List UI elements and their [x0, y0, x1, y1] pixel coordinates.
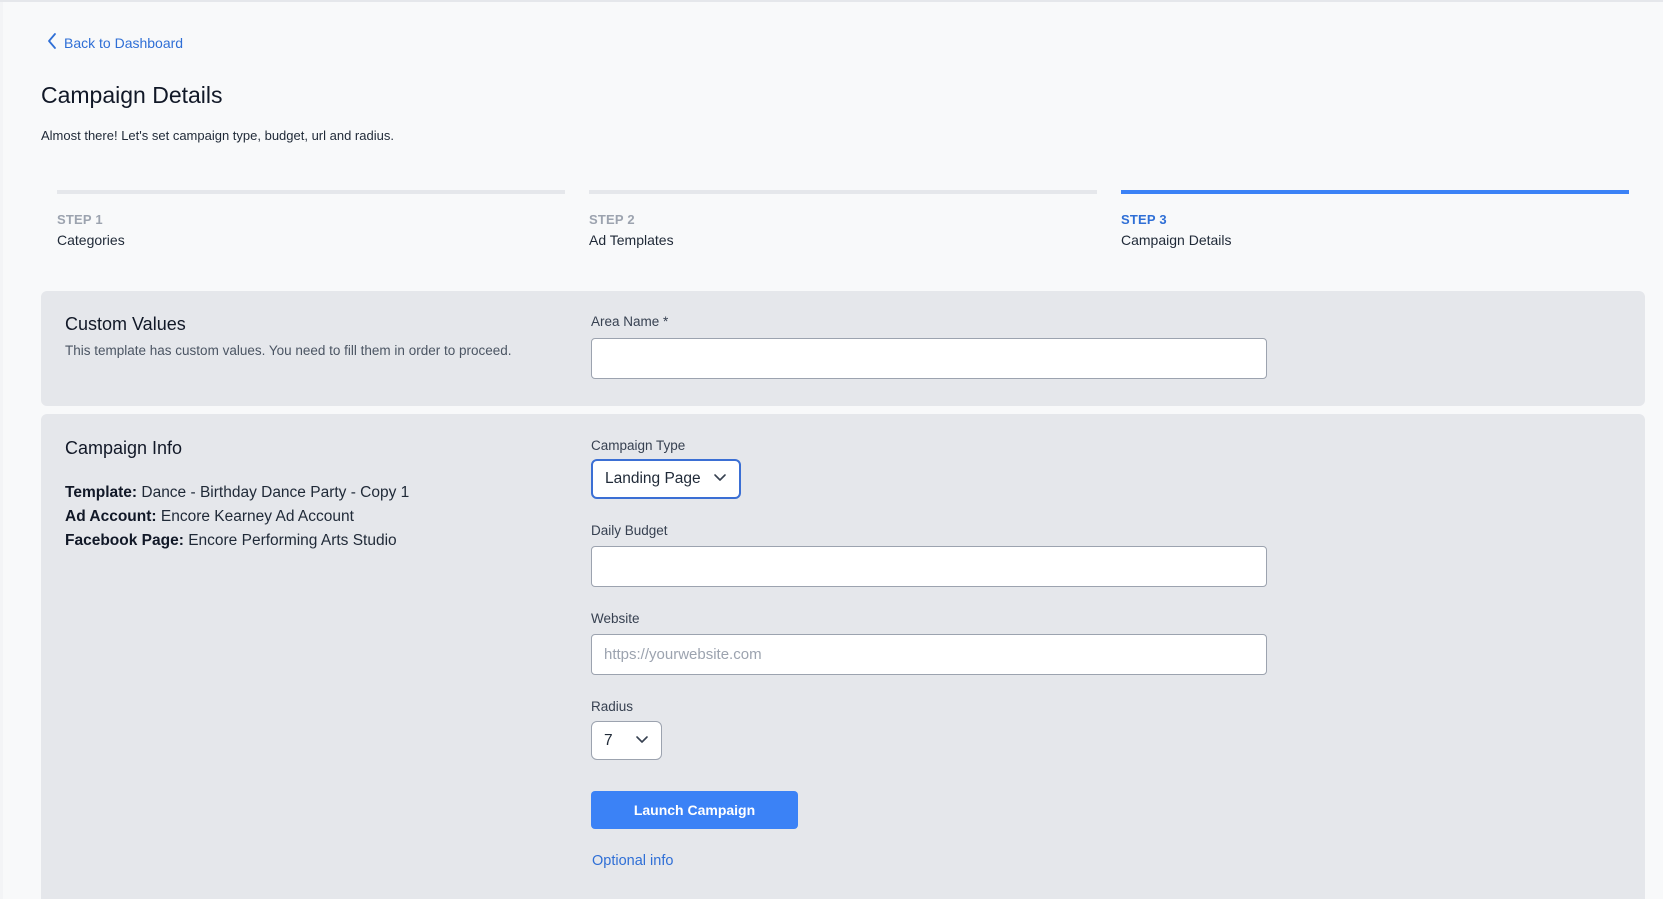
- custom-values-title: Custom Values: [65, 314, 186, 334]
- optional-info-link[interactable]: Optional info: [592, 853, 673, 869]
- campaign-info-details: Template: Dance - Birthday Dance Party -…: [65, 481, 409, 553]
- step-ad-templates[interactable]: STEP 2 Ad Templates: [589, 190, 1097, 248]
- area-name-input[interactable]: [591, 338, 1267, 379]
- custom-values-card: Custom Values This template has custom v…: [41, 291, 1645, 406]
- facebook-page-value: Encore Performing Arts Studio: [188, 532, 397, 549]
- radius-value: 7: [604, 731, 613, 749]
- launch-campaign-button[interactable]: Launch Campaign: [591, 791, 798, 829]
- progress-steps: STEP 1 Categories STEP 2 Ad Templates ST…: [57, 190, 1629, 248]
- chevron-down-icon: [635, 732, 649, 750]
- step-name: Campaign Details: [1121, 232, 1232, 248]
- campaign-type-value: Landing Page: [605, 470, 701, 487]
- facebook-page-line: Facebook Page: Encore Performing Arts St…: [65, 529, 409, 553]
- page-title: Campaign Details: [41, 82, 223, 108]
- daily-budget-label: Daily Budget: [591, 523, 668, 538]
- area-name-label: Area Name *: [591, 314, 669, 329]
- step-name: Ad Templates: [589, 232, 674, 248]
- radius-select[interactable]: 7: [591, 721, 662, 760]
- campaign-type-select[interactable]: Landing Page: [591, 459, 741, 499]
- back-to-dashboard-link[interactable]: Back to Dashboard: [46, 32, 183, 53]
- step-number: STEP 1: [57, 212, 103, 227]
- chevron-left-icon: [46, 32, 58, 53]
- campaign-details-page: Back to Dashboard Campaign Details Almos…: [0, 0, 1663, 899]
- campaign-info-card: Campaign Info Template: Dance - Birthday…: [41, 414, 1645, 899]
- campaign-info-title: Campaign Info: [65, 438, 183, 458]
- step-name: Categories: [57, 232, 125, 248]
- website-label: Website: [591, 611, 640, 626]
- back-link-label: Back to Dashboard: [64, 34, 184, 51]
- campaign-type-label: Campaign Type: [591, 438, 686, 453]
- page-subtitle: Almost there! Let's set campaign type, b…: [41, 128, 394, 143]
- template-line: Template: Dance - Birthday Dance Party -…: [65, 481, 409, 505]
- template-label: Template:: [65, 484, 138, 501]
- step-number: STEP 3: [1121, 212, 1167, 227]
- ad-account-label: Ad Account:: [65, 508, 157, 525]
- left-edge-strip: [0, 2, 3, 899]
- custom-values-description: This template has custom values. You nee…: [65, 343, 512, 358]
- website-input[interactable]: [591, 634, 1267, 675]
- step-campaign-details[interactable]: STEP 3 Campaign Details: [1121, 190, 1629, 248]
- step-categories[interactable]: STEP 1 Categories: [57, 190, 565, 248]
- radius-label: Radius: [591, 699, 634, 714]
- step-number: STEP 2: [589, 212, 635, 227]
- ad-account-value: Encore Kearney Ad Account: [160, 508, 354, 525]
- daily-budget-input[interactable]: [591, 546, 1267, 587]
- template-value: Dance - Birthday Dance Party - Copy 1: [141, 484, 410, 501]
- ad-account-line: Ad Account: Encore Kearney Ad Account: [65, 505, 409, 529]
- chevron-down-icon: [713, 470, 727, 488]
- facebook-page-label: Facebook Page:: [65, 532, 184, 549]
